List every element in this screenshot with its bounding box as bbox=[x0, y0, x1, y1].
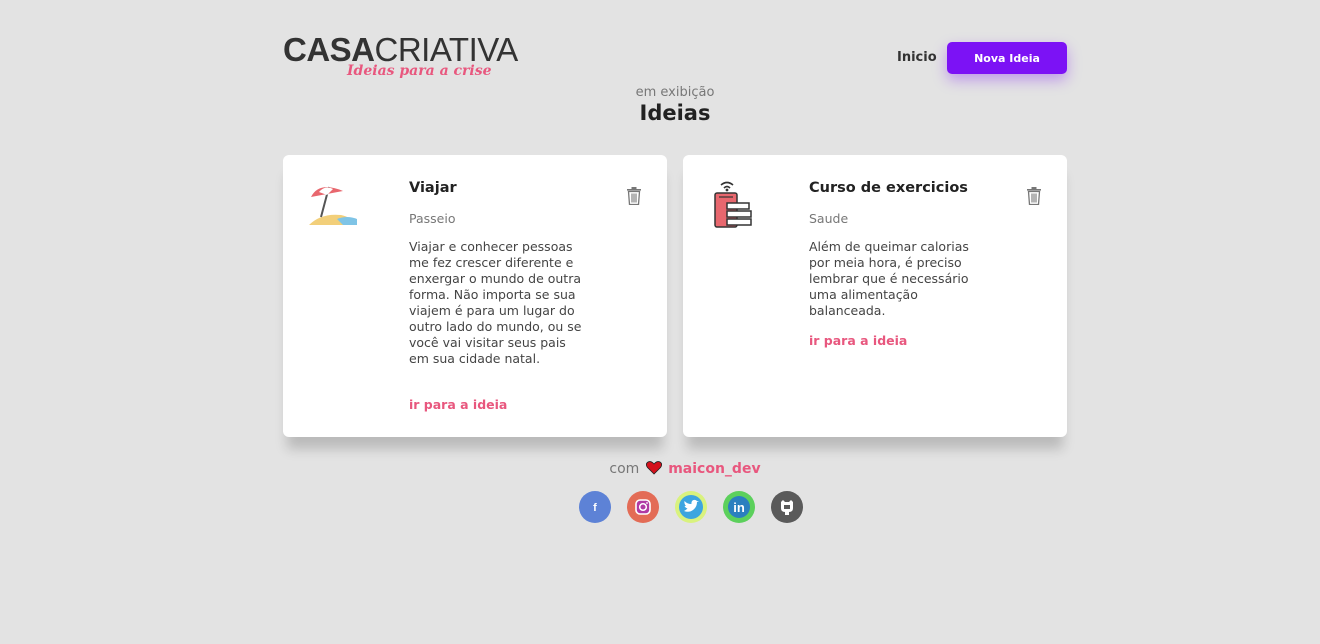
footer-prefix: com bbox=[609, 461, 640, 477]
github-icon[interactable] bbox=[771, 491, 803, 523]
idea-link[interactable]: ir para a ideia bbox=[409, 397, 507, 412]
trash-icon[interactable] bbox=[627, 187, 641, 206]
idea-description: Viajar e conhecer pessoas me fez crescer… bbox=[409, 239, 582, 366]
svg-text:in: in bbox=[733, 500, 745, 515]
nav-inicio-link[interactable]: Inicio bbox=[897, 50, 937, 65]
author-link[interactable]: maicon_dev bbox=[668, 461, 760, 477]
linkedin-icon[interactable]: in bbox=[723, 491, 755, 523]
footer-credit: com maicon_dev bbox=[0, 461, 1320, 479]
idea-title: Curso de exercicios bbox=[809, 180, 968, 196]
logo-text: CASACRIATIVA bbox=[283, 33, 518, 66]
exercise-machine-icon bbox=[707, 179, 759, 231]
svg-text:f: f bbox=[593, 502, 597, 514]
idea-card: Curso de exercicios Saude Além de queima… bbox=[683, 155, 1067, 437]
idea-link[interactable]: ir para a ideia bbox=[809, 333, 907, 348]
page-subtitle: em exibição bbox=[635, 85, 715, 100]
twitter-icon[interactable] bbox=[675, 491, 707, 523]
idea-category: Saude bbox=[809, 211, 849, 226]
page-title: Ideias bbox=[639, 101, 711, 125]
heart-icon bbox=[645, 461, 662, 479]
logo-tagline: Ideias para a crise bbox=[347, 63, 492, 79]
facebook-icon[interactable]: f bbox=[579, 491, 611, 523]
logo[interactable]: CASACRIATIVA Ideias para a crise bbox=[283, 33, 523, 83]
idea-description: Além de queimar calorias por meia hora, … bbox=[809, 239, 969, 318]
idea-card: Viajar Passeio Viajar e conhecer pessoas… bbox=[283, 155, 667, 437]
nova-ideia-button[interactable]: Nova Ideia bbox=[947, 42, 1067, 74]
instagram-icon[interactable] bbox=[627, 491, 659, 523]
trash-icon[interactable] bbox=[1027, 187, 1041, 206]
idea-title: Viajar bbox=[409, 180, 457, 196]
beach-umbrella-icon bbox=[307, 179, 359, 231]
idea-category: Passeio bbox=[409, 211, 456, 226]
